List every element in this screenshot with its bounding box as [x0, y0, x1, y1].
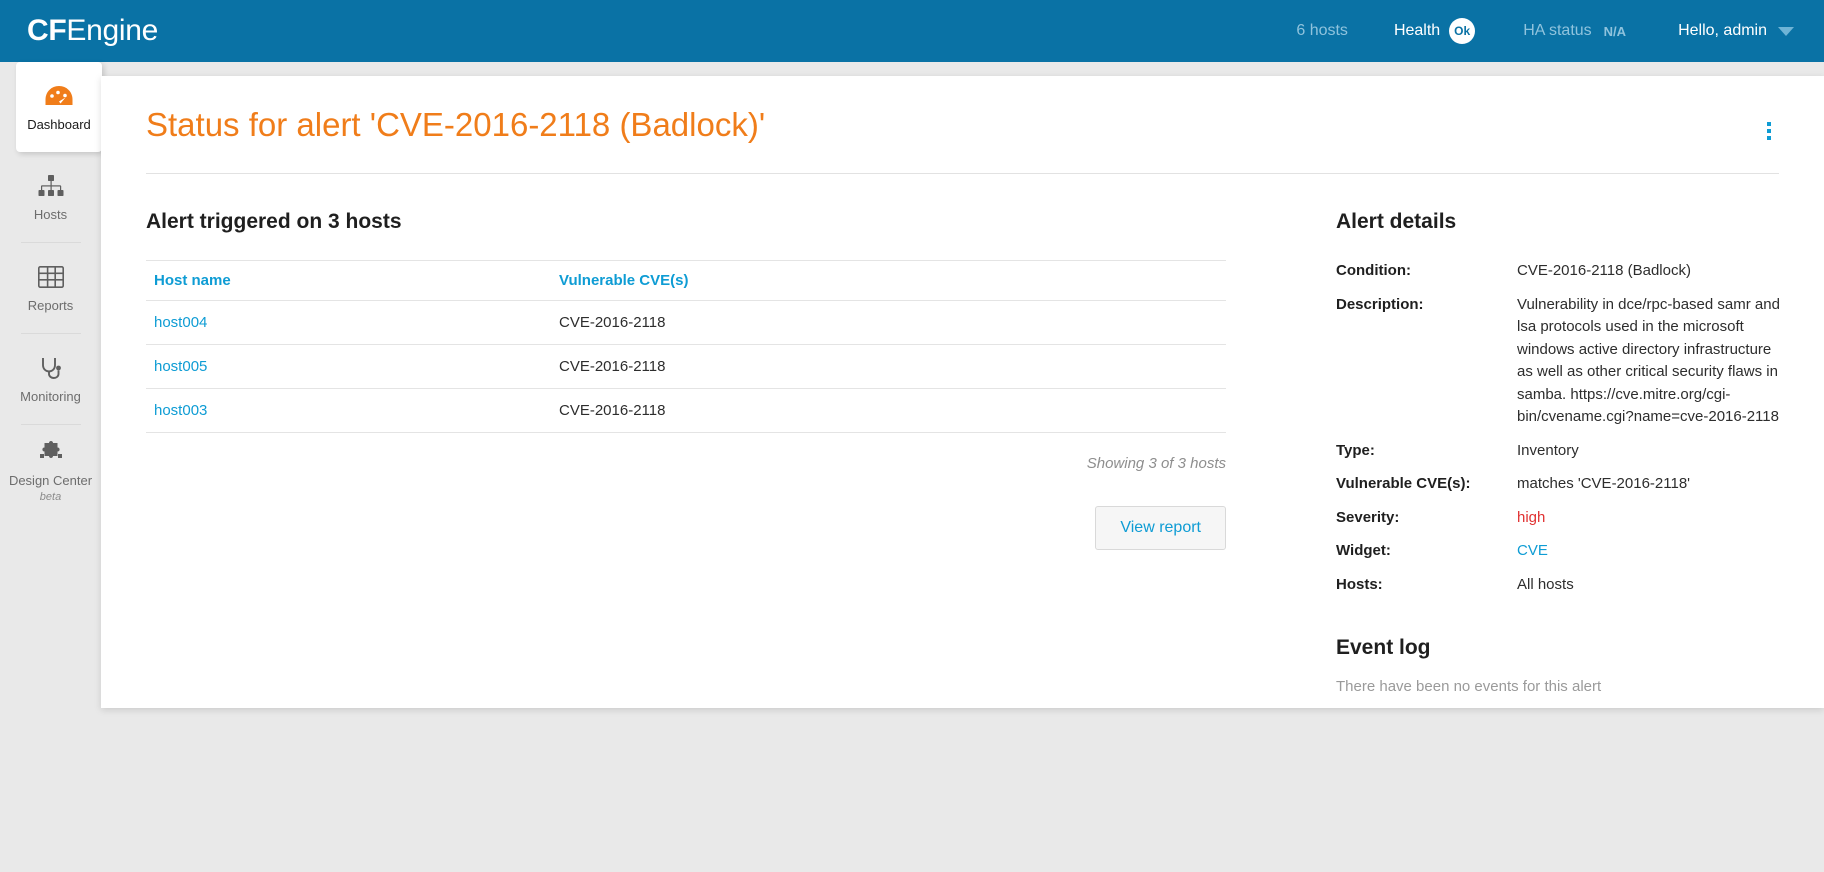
- detail-key: Widget:: [1336, 542, 1391, 559]
- host-name-cell: host003: [146, 388, 551, 433]
- detail-key: Type:: [1336, 441, 1375, 459]
- sidebar-item-beta-badge: beta: [39, 490, 62, 503]
- panel-body: Alert triggered on 3 hosts Host name Vul…: [101, 174, 1824, 695]
- hosts-section: Alert triggered on 3 hosts Host name Vul…: [146, 174, 1226, 695]
- table-header: Host name Vulnerable CVE(s): [146, 260, 1226, 301]
- host-link[interactable]: host005: [154, 358, 207, 375]
- chevron-down-icon: [1778, 26, 1794, 36]
- detail-row-widget: Widget: CVE: [1336, 540, 1786, 563]
- kebab-dot: [1767, 129, 1771, 133]
- kebab-dot: [1767, 136, 1771, 140]
- detail-row-condition: Condition: CVE-2016-2118 (Badlock): [1336, 260, 1786, 283]
- detail-value-description: Vulnerability in dce/rpc-based samr and …: [1517, 295, 1780, 426]
- alert-details-section: Alert details Condition: CVE-2016-2118 (…: [1226, 174, 1786, 695]
- host-link[interactable]: host003: [154, 402, 207, 419]
- health-label: Health: [1393, 22, 1441, 39]
- table-row: host004 CVE-2016-2118: [146, 300, 1226, 345]
- cfengine-logo[interactable]: CFEngine: [27, 16, 158, 46]
- detail-value-vulnerable-cves: matches 'CVE-2016-2118': [1517, 475, 1691, 492]
- detail-value-condition: CVE-2016-2118 (Badlock): [1517, 262, 1691, 279]
- detail-key: Severity:: [1336, 508, 1400, 526]
- detail-value-type: Inventory: [1517, 441, 1579, 459]
- alert-details-heading: Alert details: [1336, 210, 1457, 233]
- sidebar-item-hosts[interactable]: Hosts: [0, 152, 101, 242]
- panel-header: Status for alert 'CVE-2016-2118 (Badlock…: [146, 76, 1779, 174]
- logo-text-light: Engine: [66, 14, 159, 47]
- kebab-dot: [1767, 122, 1771, 126]
- stethoscope-icon: [39, 353, 63, 383]
- sidebar-item-design-center[interactable]: Design Center beta: [0, 425, 101, 515]
- detail-key: Condition:: [1336, 262, 1411, 279]
- detail-row-hosts: Hosts: All hosts: [1336, 574, 1786, 597]
- health-status-badge: Ok: [1449, 18, 1476, 44]
- detail-value-hosts: All hosts: [1517, 575, 1574, 593]
- ha-status-value: N/A: [1603, 23, 1627, 39]
- view-report-wrapper: View report: [146, 472, 1226, 550]
- detail-row-description: Description: Vulnerability in dce/rpc-ba…: [1336, 294, 1786, 429]
- table-header-row: Host name Vulnerable CVE(s): [146, 260, 1226, 301]
- kebab-menu-icon[interactable]: [1759, 122, 1779, 140]
- gauge-icon: [45, 81, 73, 111]
- sidebar-item-label: Reports: [27, 298, 74, 314]
- triggered-hosts-table: Host name Vulnerable CVE(s) host004 CVE-…: [146, 260, 1226, 433]
- view-report-button[interactable]: View report: [1095, 506, 1226, 550]
- host-name-cell: host005: [146, 344, 551, 389]
- top-navigation: 6 hosts Health Ok HA status N/A Hello, a…: [1296, 0, 1794, 62]
- ha-status-group[interactable]: HA status N/A: [1523, 0, 1678, 62]
- event-log-empty-message: There have been no events for this alert: [1336, 678, 1602, 695]
- sidebar-navigation: Dashboard Hosts Reports Monitoring Desig…: [0, 62, 102, 872]
- sidebar-item-label: Dashboard: [27, 117, 91, 133]
- sidebar-item-monitoring[interactable]: Monitoring: [0, 334, 101, 424]
- logo-text-bold: CF: [27, 14, 67, 47]
- table-row: host003 CVE-2016-2118: [146, 388, 1226, 433]
- sidebar-item-reports[interactable]: Reports: [0, 243, 101, 333]
- sidebar-item-label: Design Center: [8, 473, 93, 489]
- sidebar-item-dashboard[interactable]: Dashboard: [16, 62, 102, 152]
- host-name-cell: host004: [146, 300, 551, 345]
- detail-key: Vulnerable CVE(s):: [1336, 475, 1471, 492]
- user-menu[interactable]: Hello, admin: [1678, 0, 1794, 62]
- column-header-host-name[interactable]: Host name: [146, 260, 551, 301]
- hosts-count-link[interactable]: 6 hosts: [1296, 0, 1348, 62]
- sidebar-item-label: Monitoring: [20, 389, 81, 405]
- ha-status-label: HA status: [1523, 22, 1592, 39]
- org-chart-icon: [38, 171, 64, 201]
- grid-table-icon: [37, 262, 64, 292]
- page-title: Status for alert 'CVE-2016-2118 (Badlock…: [146, 105, 766, 143]
- detail-key: Description:: [1336, 295, 1424, 313]
- user-greeting-label: Hello, admin: [1678, 22, 1767, 39]
- widget-link[interactable]: CVE: [1517, 540, 1786, 563]
- health-status-group[interactable]: Health Ok: [1394, 0, 1523, 62]
- puzzle-piece-icon: [38, 437, 64, 467]
- cve-cell: CVE-2016-2118: [551, 344, 1226, 389]
- column-header-vulnerable-cves[interactable]: Vulnerable CVE(s): [551, 260, 1226, 301]
- detail-key: Hosts:: [1336, 575, 1383, 593]
- detail-row-type: Type: Inventory: [1336, 440, 1786, 463]
- sidebar-item-label: Hosts: [33, 207, 68, 223]
- detail-row-vulnerable-cves: Vulnerable CVE(s): matches 'CVE-2016-211…: [1336, 473, 1786, 496]
- table-row: host005 CVE-2016-2118: [146, 344, 1226, 389]
- hosts-section-heading: Alert triggered on 3 hosts: [146, 210, 402, 233]
- host-link[interactable]: host004: [154, 314, 207, 331]
- detail-row-severity: Severity: high: [1336, 507, 1786, 530]
- top-header-bar: CFEngine 6 hosts Health Ok HA status N/A…: [0, 0, 1824, 62]
- table-body: host004 CVE-2016-2118 host005 CVE-2016-2…: [146, 300, 1226, 433]
- event-log-heading: Event log: [1336, 636, 1431, 659]
- main-content-panel: Status for alert 'CVE-2016-2118 (Badlock…: [101, 76, 1824, 708]
- cve-cell: CVE-2016-2118: [551, 300, 1226, 345]
- cve-cell: CVE-2016-2118: [551, 388, 1226, 433]
- severity-badge: high: [1517, 508, 1546, 526]
- showing-count-label: Showing 3 of 3 hosts: [1086, 455, 1226, 472]
